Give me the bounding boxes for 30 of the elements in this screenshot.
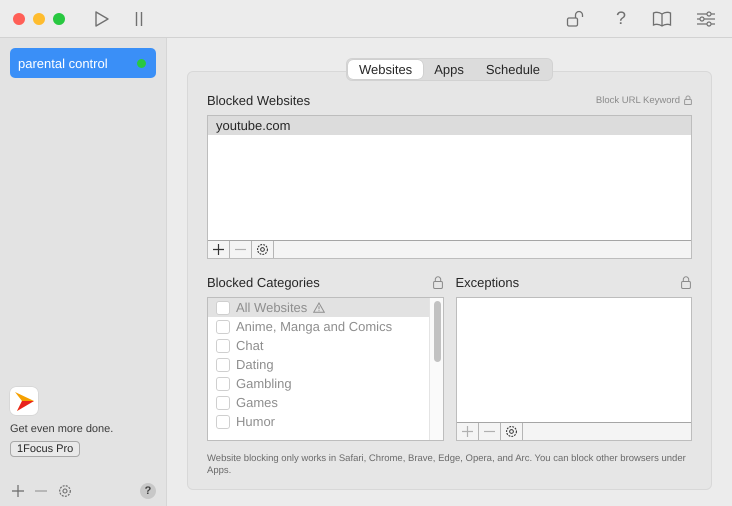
plus-icon xyxy=(462,426,472,437)
section-title: Blocked Categories xyxy=(207,274,321,290)
promo-text: Get even more done. xyxy=(10,423,114,435)
play-icon[interactable] xyxy=(94,10,110,28)
settings-icon[interactable] xyxy=(58,484,72,498)
unlocked-padlock-icon[interactable] xyxy=(566,10,586,28)
book-icon[interactable] xyxy=(652,10,672,26)
help-button[interactable]: ? xyxy=(140,483,156,499)
minimize-window-button[interactable] xyxy=(33,12,45,24)
section-title: Blocked Websites xyxy=(207,92,312,108)
app-icon xyxy=(10,387,38,415)
tab[interactable]: Schedule xyxy=(474,60,552,79)
scrollbar-thumb[interactable] xyxy=(434,301,440,362)
settings-icon xyxy=(504,425,518,438)
tab[interactable]: Websites xyxy=(348,60,424,79)
help-button[interactable]: ? xyxy=(616,8,626,29)
sliders-icon[interactable] xyxy=(696,10,716,26)
upgrade-button[interactable]: 1Focus Pro xyxy=(10,441,80,457)
add-icon[interactable] xyxy=(12,485,24,497)
zoom-window-button[interactable] xyxy=(53,12,65,24)
block-url-keyword-link[interactable]: Block URL Keyword xyxy=(596,94,680,106)
website-row[interactable]: youtube.com xyxy=(208,116,691,135)
tab[interactable]: Apps xyxy=(423,60,475,79)
plus-icon xyxy=(213,244,224,255)
section-title: Exceptions xyxy=(456,274,520,290)
note-text: Website blocking only works in Safari, Chrome, Brave, Edge, Opera, and Arc. You can block other browsers under Apps. xyxy=(207,453,687,477)
close-window-button[interactable] xyxy=(13,12,25,24)
pause-icon[interactable] xyxy=(134,10,144,26)
settings-icon xyxy=(256,243,269,256)
sidebar-item[interactable]: parental control xyxy=(10,48,156,78)
